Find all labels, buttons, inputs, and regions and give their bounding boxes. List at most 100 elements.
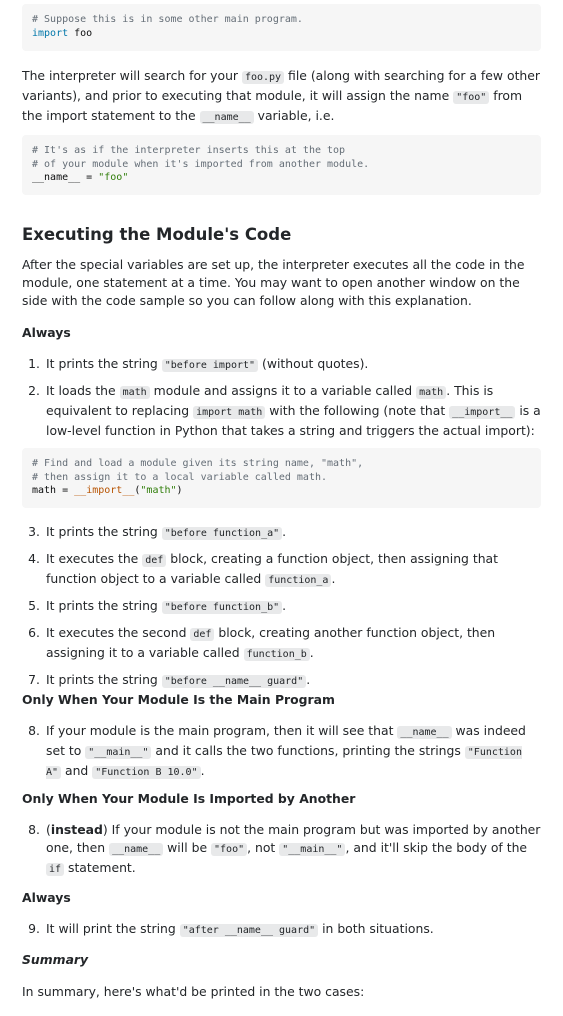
label-summary: Summary [22, 952, 89, 967]
inline-code: "before function_b" [161, 601, 283, 614]
code-block-import-foo: # Suppose this is in some other main pro… [22, 4, 541, 51]
inline-code: math [119, 386, 150, 399]
inline-code: __name__ [199, 111, 254, 124]
code-text: ) [176, 485, 183, 496]
text: , and it'll skip the body of the [345, 840, 528, 855]
list-number: 6. [28, 625, 40, 640]
list-item: 4. It executes the def block, creating a… [22, 550, 541, 590]
inline-code: import math [193, 406, 266, 419]
code-comment: # then assign it to a local variable cal… [32, 471, 328, 483]
inline-code: "before function_a" [161, 527, 283, 540]
inline-code: function_a [265, 574, 332, 587]
code-keyword: import [32, 27, 69, 39]
label-imported: Only When Your Module Is Imported by Ano… [22, 791, 356, 806]
text: It prints the string [46, 672, 162, 687]
inline-code: if [46, 863, 65, 876]
text: The interpreter will search for your [22, 68, 242, 83]
list-number: 2. [28, 383, 40, 398]
bold-text: instead [50, 822, 103, 837]
inline-code: "Function B 10.0" [92, 766, 201, 779]
list-number: 3. [28, 524, 40, 539]
paragraph-interpreter-search: The interpreter will search for your foo… [22, 67, 541, 127]
list-item: 8. If your module is the main program, t… [22, 722, 541, 782]
list-item: 7. It prints the string "before __name__… [22, 671, 541, 691]
text: and it calls the two functions, printing… [151, 743, 465, 758]
label-always: Always [22, 890, 71, 905]
ordered-list-b: 3. It prints the string "before function… [22, 523, 541, 691]
inline-code: __name__ [109, 843, 164, 856]
ordered-list-imported: 8. (instead) If your module is not the m… [22, 821, 541, 879]
text: (without quotes). [258, 356, 369, 371]
inline-code: "foo" [453, 91, 490, 104]
code-block-name-assign: # It's as if the interpreter inserts thi… [22, 135, 541, 195]
list-item: 9. It will print the string "after __nam… [22, 920, 541, 940]
text: , not [247, 840, 280, 855]
code-block-import-math: # Find and load a module given its strin… [22, 448, 541, 508]
text: . [331, 571, 336, 586]
text: It executes the [46, 551, 143, 566]
inline-code: "after __name__ guard" [179, 924, 319, 937]
inline-code: math [416, 386, 447, 399]
inline-code: function_b [243, 648, 310, 661]
code-builtin: __import__ [74, 485, 135, 496]
ordered-list-main: 8. If your module is the main program, t… [22, 722, 541, 782]
code-comment: # of your module when it's imported from… [32, 158, 370, 170]
inline-code: "__main__" [85, 746, 152, 759]
label-always: Always [22, 325, 71, 340]
ordered-list-a: 1. It prints the string "before import" … [22, 355, 541, 440]
text: variable, i.e. [253, 108, 335, 123]
list-number: 5. [28, 598, 40, 613]
list-number: 7. [28, 672, 40, 687]
code-string: "foo" [98, 172, 129, 183]
text: It executes the second [46, 625, 191, 640]
inline-code: def [190, 628, 215, 641]
text: It prints the string [46, 524, 162, 539]
text: It prints the string [46, 356, 162, 371]
label-main-program: Only When Your Module Is the Main Progra… [22, 692, 335, 707]
inline-code: def [142, 554, 167, 567]
text: in both situations. [318, 921, 434, 936]
text: It loads the [46, 383, 120, 398]
list-item: 1. It prints the string "before import" … [22, 355, 541, 375]
text: . [309, 645, 314, 660]
text: will be [163, 840, 212, 855]
inline-code: __name__ [397, 726, 452, 739]
inline-code: "foo" [211, 843, 248, 856]
list-number: 8. [28, 822, 40, 837]
list-item: 8. (instead) If your module is not the m… [22, 821, 541, 879]
inline-code: "before import" [161, 359, 259, 372]
inline-code: foo.py [241, 71, 285, 84]
paragraph-intro: After the special variables are set up, … [22, 257, 525, 308]
text: . [282, 598, 287, 613]
code-text: __name__ = [32, 172, 99, 183]
list-number: 8. [28, 723, 40, 738]
list-item: 2. It loads the math module and assigns … [22, 382, 541, 440]
text: It prints the string [46, 598, 162, 613]
code-comment: # Suppose this is in some other main pro… [32, 14, 303, 25]
list-item: 6. It executes the second def block, cre… [22, 624, 541, 664]
section-heading: Executing the Module's Code [22, 225, 292, 244]
code-string: "math" [140, 485, 177, 496]
code-comment: # Find and load a module given its strin… [32, 458, 364, 469]
list-number: 9. [28, 921, 40, 936]
list-item: 5. It prints the string "before function… [22, 597, 541, 617]
list-number: 4. [28, 551, 40, 566]
text: If your module is the main program, then… [46, 723, 398, 738]
text: It will print the string [46, 921, 180, 936]
code-text: foo [68, 27, 93, 39]
inline-code: "__main__" [279, 843, 346, 856]
code-comment: # It's as if the interpreter inserts thi… [32, 145, 346, 156]
inline-code: "before __name__ guard" [161, 675, 307, 688]
text: statement. [64, 860, 136, 875]
code-text: math = [32, 485, 75, 496]
list-number: 1. [28, 356, 40, 371]
text: with the following (note that [265, 403, 450, 418]
text: . [306, 672, 311, 687]
inline-code: __import__ [449, 406, 516, 419]
text: module and assigns it to a variable call… [149, 383, 417, 398]
text: . [200, 763, 205, 778]
text: and [61, 763, 93, 778]
list-item: 3. It prints the string "before function… [22, 523, 541, 543]
ordered-list-always: 9. It will print the string "after __nam… [22, 920, 541, 940]
paragraph-summary: In summary, here's what'd be printed in … [22, 984, 365, 999]
